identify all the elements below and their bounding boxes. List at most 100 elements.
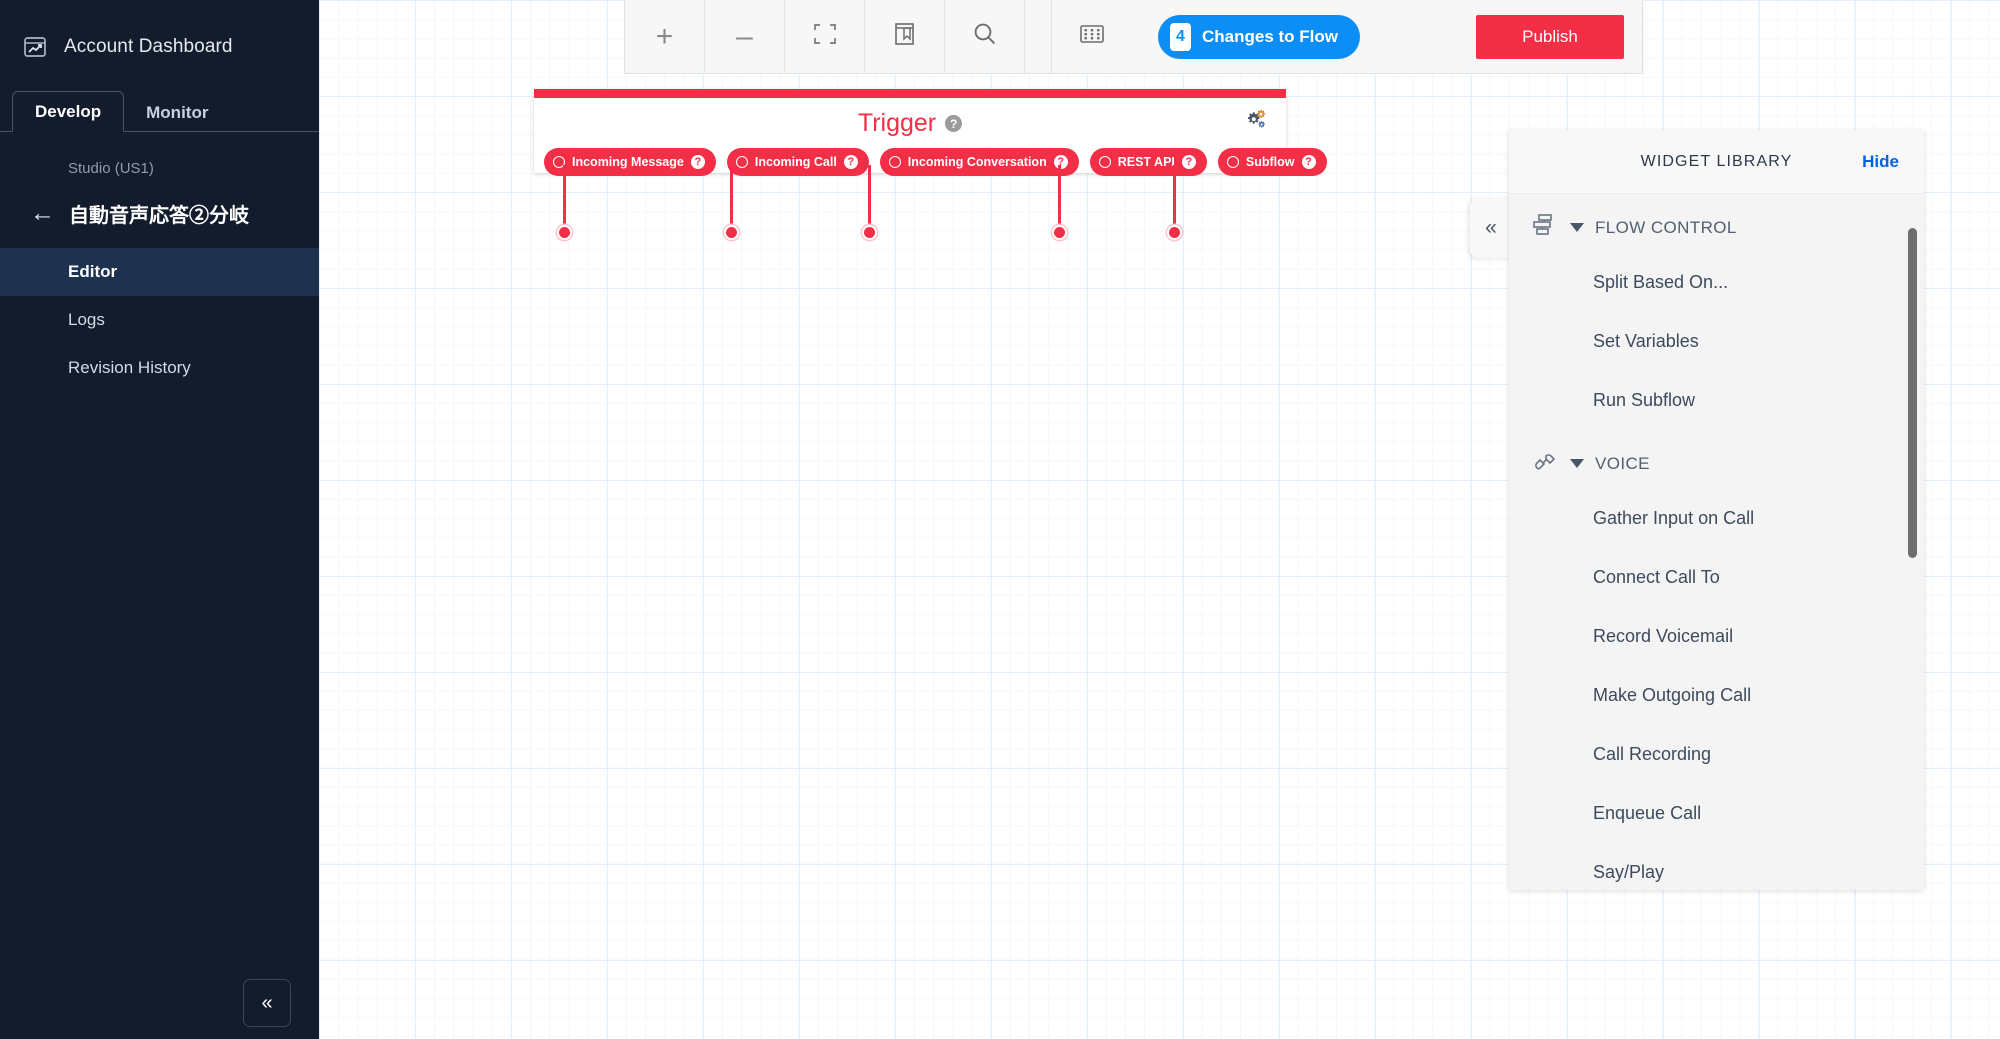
help-icon[interactable]: ? (843, 155, 858, 169)
widget-library-collapse-tab[interactable]: « (1470, 198, 1512, 258)
keypad-grid-icon (1079, 23, 1105, 50)
connector-line (868, 165, 871, 227)
zoom-in-button[interactable]: + (625, 0, 705, 74)
sidebar-item-editor[interactable]: Editor (0, 248, 319, 296)
widget-item-label: Say/Play (1593, 862, 1665, 882)
widget-item-record-voicemail[interactable]: Record Voicemail (1509, 607, 1924, 666)
widget-item-label: Record Voicemail (1593, 626, 1734, 646)
sidebar-item-logs[interactable]: Logs (0, 296, 319, 344)
trigger-pill-label: Subflow (1245, 155, 1295, 169)
trigger-pill-label: Incoming Call (754, 155, 837, 169)
sidebar-item-label: Logs (68, 310, 105, 329)
widget-group-label: VOICE (1595, 453, 1650, 473)
widget-item-set-variables[interactable]: Set Variables (1509, 312, 1924, 371)
widget-item-split-based-on[interactable]: Split Based On... (1509, 253, 1924, 312)
changes-to-flow-label: Changes to Flow (1202, 26, 1338, 46)
sidebar-tabs: Develop Monitor (0, 90, 319, 132)
tab-monitor[interactable]: Monitor (124, 93, 230, 132)
widget-item-call-recording[interactable]: Call Recording (1509, 725, 1924, 784)
trigger-pill-incoming-call[interactable]: Incoming Call ? (726, 148, 869, 176)
widget-item-connect-call-to[interactable]: Connect Call To (1509, 548, 1924, 607)
publish-label: Publish (1522, 26, 1578, 46)
sidebar-item-label: Revision History (68, 358, 191, 377)
toolbar-divider (1025, 0, 1052, 74)
sidebar-item-label: Editor (68, 262, 118, 281)
connector-dot-subflow[interactable] (1167, 225, 1182, 240)
publish-button[interactable]: Publish (1476, 14, 1624, 59)
connector-dot-incoming-call[interactable] (724, 225, 739, 240)
circle-icon (1226, 156, 1239, 168)
tab-develop[interactable]: Develop (12, 91, 125, 132)
flow-header: ← 自動音声応答②分岐 (0, 177, 319, 228)
widget-group-flow-control[interactable]: FLOW CONTROL (1509, 194, 1924, 253)
plus-icon: + (655, 19, 674, 53)
account-dashboard-link[interactable]: Account Dashboard (0, 0, 319, 60)
widget-item-gather-input-on-call[interactable]: Gather Input on Call (1509, 489, 1924, 548)
widget-item-make-outgoing-call[interactable]: Make Outgoing Call (1509, 666, 1924, 725)
minus-icon: – (736, 19, 753, 53)
changes-to-flow-button[interactable]: 4 Changes to Flow (1158, 14, 1360, 59)
trigger-widget[interactable]: Trigger ? Incoming Message ? Incoming Ca… (534, 89, 1327, 176)
widget-item-label: Call Recording (1593, 744, 1712, 764)
trigger-pill-rest-api[interactable]: REST API ? (1089, 148, 1207, 176)
widget-item-say-play[interactable]: Say/Play (1509, 843, 1924, 890)
widget-item-run-subflow[interactable]: Run Subflow (1509, 371, 1924, 430)
connector-dot-incoming-conversation[interactable] (862, 225, 877, 240)
connector-line (1058, 165, 1061, 227)
chevron-double-left-icon: « (1485, 216, 1497, 239)
book-bookmark-icon (893, 21, 917, 52)
gears-icon (1244, 109, 1268, 135)
widget-library-title: WIDGET LIBRARY (1640, 152, 1793, 170)
zoom-out-button[interactable]: – (705, 0, 785, 74)
account-dashboard-label: Account Dashboard (64, 36, 233, 57)
connector-line (563, 165, 566, 227)
trigger-pill-label: Incoming Message (572, 155, 684, 169)
trigger-pill-incoming-conversation[interactable]: Incoming Conversation ? (879, 148, 1079, 176)
widget-library-panel: WIDGET LIBRARY Hide FLOW CONTROL Split B… (1509, 130, 1924, 890)
keypad-button[interactable] (1052, 0, 1132, 74)
trigger-pill-label: Incoming Conversation (907, 155, 1047, 169)
connector-dot-rest-api[interactable] (1052, 225, 1067, 240)
widget-library-scrollbar[interactable] (1908, 228, 1917, 558)
circle-icon (1098, 156, 1111, 168)
help-icon[interactable]: ? (690, 155, 705, 169)
chevron-down-icon[interactable] (1570, 459, 1584, 468)
fit-to-screen-button[interactable] (785, 0, 865, 74)
sidebar-item-revision-history[interactable]: Revision History (0, 344, 319, 392)
help-icon[interactable]: ? (1301, 155, 1316, 169)
help-icon[interactable]: ? (1181, 155, 1196, 169)
trigger-title-row: Trigger ? (534, 109, 1286, 138)
widget-group-voice[interactable]: VOICE (1509, 430, 1924, 489)
connector-dot-incoming-message[interactable] (557, 225, 572, 240)
chevron-double-left-icon: « (261, 991, 273, 1014)
flow-control-icon (1531, 212, 1559, 243)
sidebar-collapse-button[interactable]: « (243, 979, 291, 1027)
widget-item-label: Split Based On... (1593, 272, 1729, 292)
chart-window-icon (22, 34, 48, 60)
widget-item-label: Make Outgoing Call (1593, 685, 1752, 705)
widget-item-label: Set Variables (1593, 331, 1699, 351)
fit-screen-icon (812, 21, 838, 52)
search-button[interactable] (945, 0, 1025, 74)
widget-library-header: WIDGET LIBRARY Hide (1509, 130, 1924, 194)
connector-line (1173, 165, 1176, 227)
help-icon[interactable]: ? (945, 115, 963, 132)
widget-group-label: FLOW CONTROL (1595, 217, 1737, 237)
widget-library-hide-button[interactable]: Hide (1862, 152, 1899, 172)
changes-count-badge: 4 (1170, 22, 1191, 51)
phone-handset-icon (1531, 448, 1559, 479)
arrow-left-icon[interactable]: ← (30, 201, 55, 226)
trigger-pill-row: Incoming Message ? Incoming Call ? Incom… (544, 148, 1327, 176)
trigger-pill-incoming-message[interactable]: Incoming Message ? (544, 148, 716, 176)
sidebar: Account Dashboard Develop Monitor Studio… (0, 0, 319, 1039)
trigger-settings-button[interactable] (1244, 107, 1268, 136)
widget-library-body[interactable]: FLOW CONTROL Split Based On... Set Varia… (1509, 194, 1924, 890)
chevron-down-icon[interactable] (1570, 223, 1584, 232)
widget-item-enqueue-call[interactable]: Enqueue Call (1509, 784, 1924, 843)
widget-library-toggle-button[interactable] (865, 0, 945, 74)
widget-item-label: Gather Input on Call (1593, 508, 1755, 528)
connector-line (730, 165, 733, 227)
widget-item-label: Connect Call To (1593, 567, 1720, 587)
trigger-pill-subflow[interactable]: Subflow ? (1217, 148, 1327, 176)
circle-icon (735, 156, 748, 168)
